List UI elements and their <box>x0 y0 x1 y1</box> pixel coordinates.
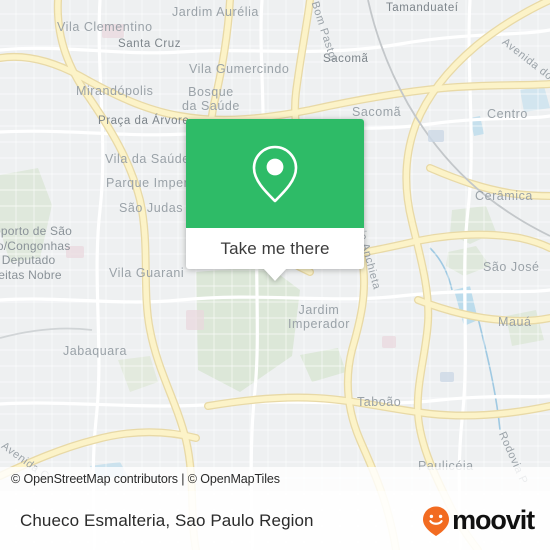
map-attribution-bar: © OpenStreetMap contributors | © OpenMap… <box>0 467 550 491</box>
take-me-there-label: Take me there <box>220 238 330 258</box>
callout-pointer-tail <box>263 268 287 281</box>
location-callout-card[interactable]: Take me there <box>186 119 364 281</box>
moovit-wordmark: moovit <box>452 505 535 535</box>
moovit-pin-smile-icon <box>423 506 450 536</box>
map-pin-icon <box>252 145 298 202</box>
map-share-screenshot: Jardim Aurélia Vila Clementino Santa Cruz T… <box>0 0 550 550</box>
callout-icon-panel <box>186 119 364 228</box>
bottom-info-bar: Chueco Esmalteria, Sao Paulo Region moov… <box>0 491 550 550</box>
place-title: Chueco Esmalteria, Sao Paulo Region <box>20 510 314 530</box>
moovit-logo[interactable]: moovit <box>421 505 535 537</box>
callout-action-panel[interactable]: Take me there <box>186 228 364 269</box>
attribution-text[interactable]: © OpenStreetMap contributors | © OpenMap… <box>11 472 280 486</box>
